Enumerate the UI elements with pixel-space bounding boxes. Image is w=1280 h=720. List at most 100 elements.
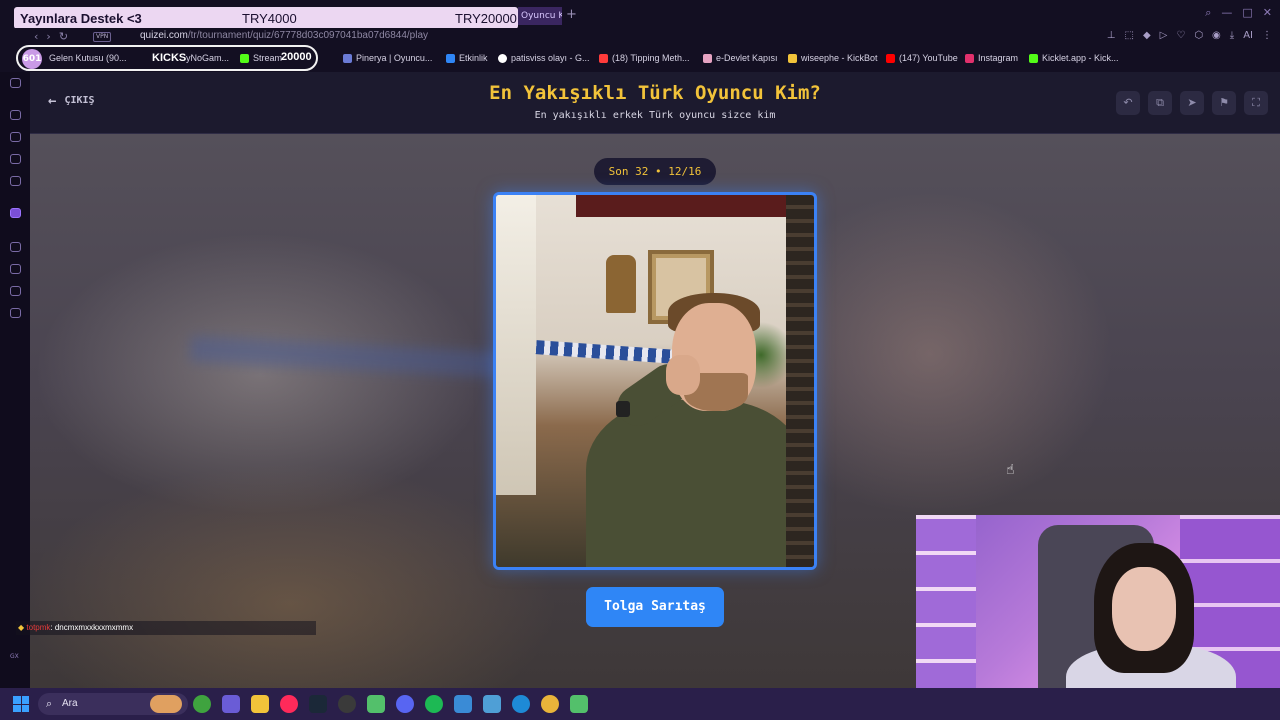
goal-target: TRY20000 — [455, 10, 517, 26]
search-icon: ⌕ — [46, 698, 53, 710]
photo-hand — [666, 355, 700, 395]
fullscreen-icon: ⛶ — [1252, 96, 1260, 109]
gx-label: GX — [10, 653, 19, 660]
windows-start-icon[interactable] — [13, 696, 29, 712]
obs-icon[interactable] — [338, 695, 356, 713]
maximize-icon[interactable]: □ — [1242, 6, 1252, 20]
bookmark-5[interactable]: patisviss olayı - G... — [498, 53, 590, 63]
app-icon[interactable] — [367, 695, 385, 713]
url-domain: quizei.com — [140, 30, 188, 41]
photo-clock — [606, 255, 636, 313]
bookmark-11[interactable]: Kicklet.app - Kick... — [1029, 53, 1119, 63]
fullscreen-button[interactable]: ⛶ — [1244, 91, 1268, 115]
share-button[interactable]: ➤ — [1180, 91, 1204, 115]
download-icon[interactable]: ⤓ — [1230, 30, 1234, 41]
support-text: Yayınlara Destek <3 — [20, 10, 142, 26]
menu-icon[interactable]: ⋮ — [1262, 30, 1272, 41]
youtube-icon — [886, 53, 895, 63]
snapshot-icon[interactable]: ⬚ — [1124, 30, 1133, 41]
bookmark-6[interactable]: (18) Tipping Meth... — [599, 53, 690, 63]
ai-icon[interactable]: AI — [1243, 30, 1253, 41]
url-field[interactable]: quizei.com/tr/tournament/quiz/67778d03c0… — [140, 30, 428, 41]
search-icon[interactable]: ⌕ — [1205, 6, 1211, 20]
mail-icon[interactable] — [10, 176, 21, 186]
widget-icon[interactable] — [150, 695, 182, 713]
quiz-subtitle: En yakışıklı erkek Türk oyuncu sizce kim — [534, 110, 776, 121]
kicklet-icon — [1029, 53, 1038, 63]
copilot-icon[interactable] — [222, 695, 240, 713]
webcam-face — [1112, 567, 1176, 651]
photo-door — [786, 195, 814, 567]
copy-button[interactable]: ⧉ — [1148, 91, 1172, 115]
send-icon: ➤ — [1187, 96, 1197, 109]
tab-bar: Yayınlara Destek <3 TRY4000 TRY20000 Oyu… — [0, 0, 1280, 29]
play-icon[interactable]: ▷ — [1160, 30, 1168, 41]
toolbar-icons: ⊥ ⬚ ◆ ▷ ♡ ⬡ ◉ ⤓ AI ⋮ — [1107, 30, 1272, 41]
kickbot-icon — [788, 53, 797, 63]
edge-icon[interactable] — [512, 695, 530, 713]
chrome-icon[interactable] — [541, 695, 559, 713]
profile-icon[interactable]: ◉ — [1212, 30, 1221, 41]
xbox-icon[interactable] — [193, 695, 211, 713]
bookmark-7[interactable]: e-Devlet Kapısı — [703, 53, 778, 63]
minimize-icon[interactable]: — — [1221, 6, 1232, 20]
photo-watch — [616, 401, 630, 417]
undo-button[interactable]: ↶ — [1116, 91, 1140, 115]
report-button[interactable]: ⚑ — [1212, 91, 1236, 115]
vpn-badge[interactable]: VPN — [93, 32, 112, 42]
bookmark-label: wiseephe - KickBot — [801, 53, 878, 63]
browser-sidebar: GX — [0, 72, 30, 688]
reload-icon[interactable]: ↻ — [59, 30, 76, 43]
active-tab[interactable]: Oyuncu K — [518, 7, 562, 25]
photos-icon[interactable] — [483, 695, 501, 713]
pin-icon[interactable]: ⊥ — [1107, 30, 1116, 41]
messenger-icon[interactable] — [10, 78, 21, 88]
close-icon[interactable]: ✕ — [1263, 6, 1272, 20]
goal-current: TRY4000 — [242, 10, 297, 26]
window-controls: ⌕ — □ ✕ — [1205, 6, 1272, 20]
history-icon[interactable] — [10, 110, 21, 120]
address-bar: ‹›↻ VPN quizei.com/tr/tournament/quiz/67… — [0, 28, 1280, 46]
bookmark-9[interactable]: (147) YouTube — [886, 53, 958, 63]
settings-icon[interactable] — [10, 308, 21, 318]
clock-icon[interactable] — [10, 264, 21, 274]
discord-icon[interactable] — [396, 695, 414, 713]
candidate-select-button[interactable]: Tolga Sarıtaş — [586, 587, 724, 627]
forward-icon[interactable]: › — [46, 30, 58, 43]
counter-value: 601 — [22, 49, 42, 69]
screen: Yayınlara Destek <3 TRY4000 TRY20000 Oyu… — [0, 0, 1280, 720]
taskbar: ⌕ Ara — [0, 688, 1280, 720]
new-tab-button[interactable]: + — [566, 7, 577, 22]
steam-icon[interactable] — [309, 695, 327, 713]
heart-icon[interactable]: ♡ — [1176, 30, 1185, 41]
tv-icon[interactable] — [10, 154, 21, 164]
chat-text: : dncmxmxxkxxmxmmx — [50, 623, 134, 632]
file-explorer-icon[interactable] — [251, 695, 269, 713]
bookmark-label: e-Devlet Kapısı — [716, 53, 778, 63]
bookmark-8[interactable]: wiseephe - KickBot — [788, 53, 878, 63]
extensions-icon[interactable]: ⬡ — [1194, 30, 1203, 41]
nav-buttons: ‹›↻ — [34, 30, 76, 43]
player-icon[interactable] — [10, 242, 21, 252]
bookmark-label: Kicklet.app - Kick... — [1042, 53, 1119, 63]
bookmark-3[interactable]: Pinerya | Oyuncu... — [343, 53, 432, 63]
cube-icon[interactable] — [10, 286, 21, 296]
edevlet-icon — [703, 53, 712, 63]
instagram-icon — [965, 53, 974, 63]
url-path: /tr/tournament/quiz/67778d03c097041ba07d… — [187, 30, 429, 41]
bookmark-10[interactable]: Instagram — [965, 53, 1018, 63]
kicks-goal: 20000 — [281, 51, 312, 63]
network-icon[interactable] — [454, 695, 472, 713]
spotify-icon[interactable] — [425, 695, 443, 713]
back-icon[interactable]: ‹ — [34, 30, 46, 43]
bookmark-4[interactable]: Etkinlik — [446, 53, 488, 63]
kicks-label: KICKS — [152, 52, 187, 64]
shield-icon[interactable]: ◆ — [1143, 30, 1151, 41]
candidate-card[interactable] — [493, 192, 817, 570]
bag-icon[interactable] — [10, 132, 21, 142]
opera-gx-icon[interactable] — [280, 695, 298, 713]
app-icon-2[interactable] — [570, 695, 588, 713]
twitch-icon[interactable] — [10, 208, 21, 218]
round-indicator: Son 32 • 12/16 — [594, 158, 716, 185]
photo-sweater — [586, 400, 806, 567]
